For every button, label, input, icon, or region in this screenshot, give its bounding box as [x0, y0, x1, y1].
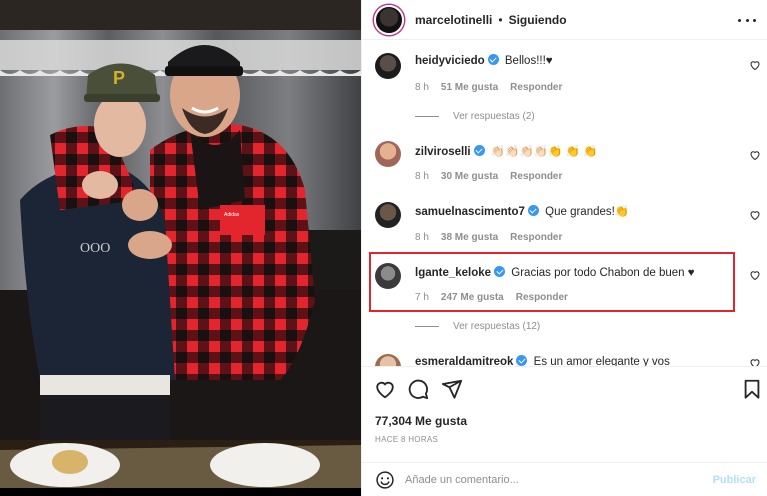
heart-icon[interactable]	[749, 149, 761, 161]
comment-icon[interactable]	[407, 378, 429, 400]
commenter-username[interactable]: heidyviciedo	[415, 55, 485, 67]
cap-letter: P	[113, 68, 125, 88]
comment-likes[interactable]: 38 Me gusta	[441, 232, 498, 243]
view-replies-button[interactable]: Ver respuestas (2)	[415, 111, 535, 122]
add-comment-bar: Publicar	[362, 462, 767, 496]
comments-list[interactable]: heidyviciedo Bellos!!!♥ 8 h 51 Me gusta Re…	[362, 41, 767, 366]
commenter-username[interactable]: esmeraldamitreok	[415, 356, 513, 366]
comment-text: Bellos!!!♥	[504, 55, 553, 67]
heart-icon[interactable]	[749, 357, 761, 366]
post-header: marcelotinelli • Siguiendo	[362, 0, 767, 40]
comment-likes[interactable]: 51 Me gusta	[441, 82, 498, 93]
post-details-panel: marcelotinelli • Siguiendo heidyviciedo …	[361, 0, 767, 496]
author-avatar[interactable]	[374, 4, 404, 35]
heart-icon[interactable]	[749, 209, 761, 221]
post-photo[interactable]: 42 Adidas OOO P	[0, 0, 361, 496]
commenter-username[interactable]: samuelnascimento7	[415, 206, 525, 218]
publish-button[interactable]: Publicar	[713, 474, 756, 486]
comment-text: Que grandes!👏	[545, 206, 630, 218]
reply-button[interactable]: Responder	[510, 171, 562, 182]
commenter-username[interactable]: zilviroselli	[415, 146, 471, 158]
comment-likes[interactable]: 30 Me gusta	[441, 171, 498, 182]
comment-time: 8 h	[415, 82, 429, 93]
replies-divider	[415, 116, 439, 117]
verified-icon	[527, 205, 539, 216]
reply-button[interactable]: Responder	[510, 232, 562, 243]
verified-icon	[516, 355, 528, 366]
emoji-icon[interactable]	[375, 470, 395, 490]
view-replies-button[interactable]: Ver respuestas (12)	[415, 321, 540, 332]
follow-status-button[interactable]: Siguiendo	[509, 13, 567, 27]
commenter-avatar[interactable]	[375, 141, 401, 167]
commenter-avatar[interactable]	[375, 202, 401, 228]
heart-icon[interactable]	[374, 378, 396, 400]
header-separator: •	[498, 12, 503, 27]
shirt-text: Adidas	[224, 212, 240, 218]
commenter-avatar[interactable]	[375, 354, 401, 366]
comment-text: Es un amor elegante y vos	[533, 356, 670, 366]
highlight-box	[369, 252, 735, 312]
verified-icon	[473, 145, 485, 156]
commenter-avatar[interactable]	[375, 53, 401, 79]
heart-icon[interactable]	[749, 269, 761, 281]
post-image: 42 Adidas OOO P	[0, 0, 361, 496]
comment-time: 8 h	[415, 171, 429, 182]
svg-text:OOO: OOO	[80, 241, 110, 256]
heart-icon[interactable]	[749, 59, 761, 71]
reply-button[interactable]: Responder	[510, 82, 562, 93]
post-time: HACE 8 HORAS	[375, 435, 439, 444]
bookmark-icon[interactable]	[742, 378, 762, 400]
comment-input[interactable]	[405, 473, 695, 486]
like-count[interactable]: 77,304 Me gusta	[375, 414, 467, 428]
replies-divider	[415, 326, 439, 327]
share-icon[interactable]	[441, 378, 463, 400]
comment-time: 8 h	[415, 232, 429, 243]
author-username[interactable]: marcelotinelli	[415, 13, 492, 27]
more-options-icon[interactable]	[738, 11, 756, 29]
comment-text: 👏🏻👏🏻👏🏻👏🏻👏 👏 👏	[490, 146, 598, 158]
verified-icon	[487, 54, 499, 65]
